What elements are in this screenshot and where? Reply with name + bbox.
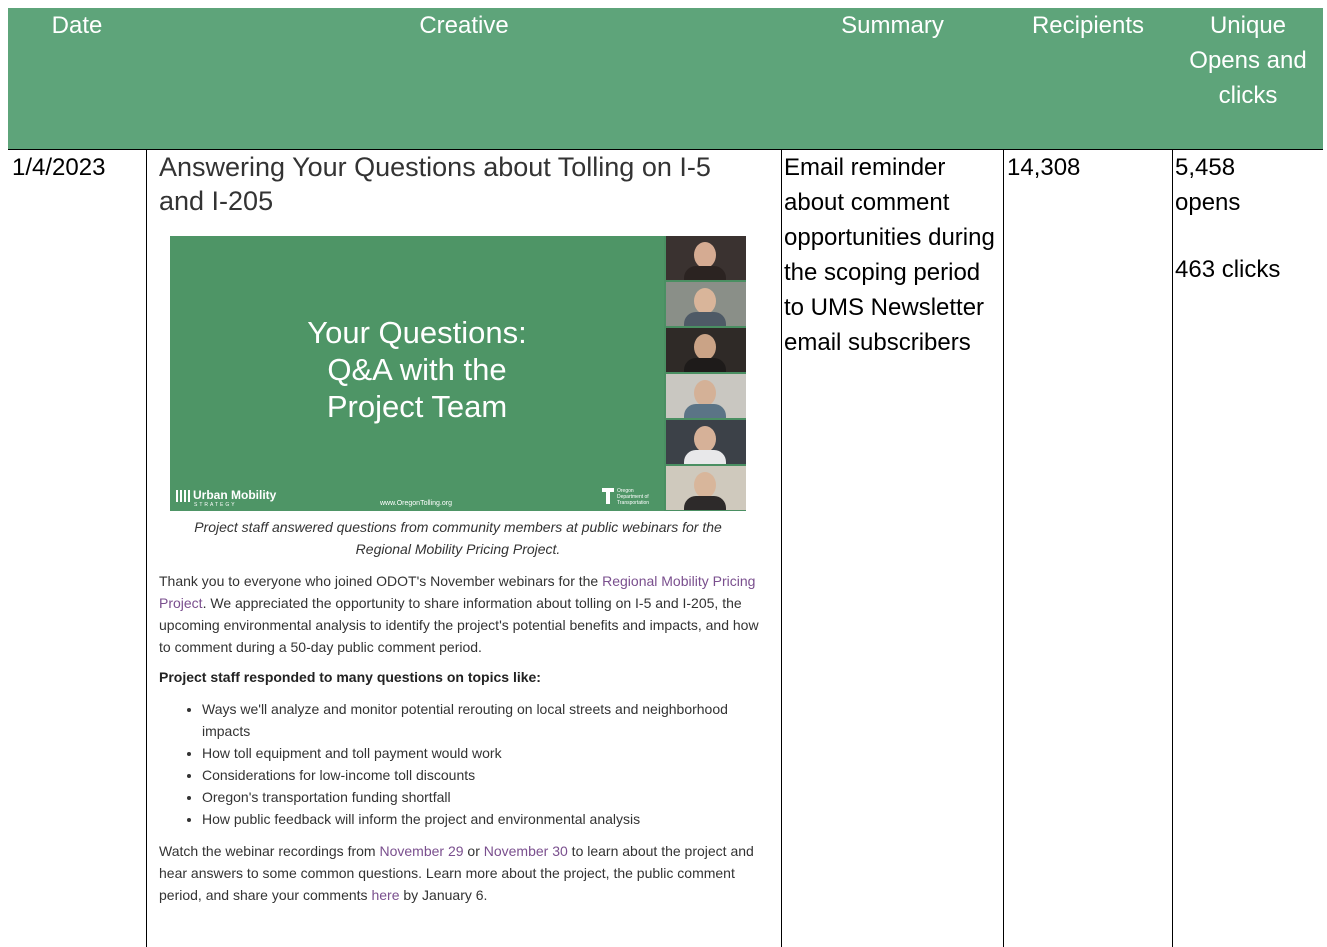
closing-paragraph: Watch the webinar recordings from Novemb… — [159, 840, 759, 906]
banner-slide: Your Questions: Q&A with the Project Tea… — [170, 236, 664, 511]
image-caption: Project staff answered questions from co… — [194, 519, 722, 557]
table-header: Date Creative Summary Recipients Unique … — [0, 0, 1327, 149]
header-unique-line1: Unique — [1209, 12, 1287, 39]
banner-line: Your Questions: — [307, 315, 527, 350]
list-item: Considerations for low-income toll disco… — [202, 764, 762, 786]
here-link[interactable]: here — [371, 887, 399, 903]
opens-value: 5,458 opens — [1175, 154, 1241, 216]
banner-url: www.OregonTolling.org — [380, 500, 452, 507]
header-summary: Summary — [841, 12, 944, 39]
list-item: Ways we'll analyze and monitor potential… — [202, 698, 762, 742]
list-item: How toll equipment and toll payment woul… — [202, 742, 762, 764]
participant-thumbnails — [666, 236, 746, 511]
header-unique-line2: Opens and — [1189, 47, 1307, 74]
clicks-value: 463 clicks — [1175, 256, 1281, 283]
cell-recipients: 14,308 — [1007, 154, 1081, 181]
odot-logo-text: Oregon Department of Transportation — [617, 488, 650, 506]
list-item: How public feedback will inform the proj… — [202, 808, 762, 830]
column-divider — [781, 150, 782, 947]
odot-logo: Oregon Department of Transportation — [602, 488, 657, 508]
participant-video — [666, 282, 746, 326]
header-unique: Unique Opens and clicks — [1173, 8, 1323, 113]
column-divider — [1172, 150, 1173, 947]
text-span: or — [463, 843, 484, 859]
intro-paragraph: Thank you to everyone who joined ODOT's … — [159, 570, 759, 658]
cell-creative: Answering Your Questions about Tolling o… — [147, 150, 781, 947]
newsletter-title: Answering Your Questions about Tolling o… — [159, 152, 711, 216]
banner-line: Project Team — [326, 389, 508, 424]
header-creative: Creative — [419, 12, 509, 39]
urban-mobility-logo: Urban Mobility STRATEGY — [176, 488, 276, 508]
cell-unique-opens-clicks: 5,458 opens 463 clicks — [1175, 150, 1295, 287]
participant-video — [666, 236, 746, 280]
participant-video — [666, 466, 746, 510]
logo-subtext: STRATEGY — [194, 502, 237, 508]
cell-date: 1/4/2023 — [12, 154, 106, 181]
cell-summary: Email reminder about comment opportuniti… — [784, 154, 995, 356]
grid-icon — [176, 489, 190, 502]
column-divider — [1003, 150, 1004, 947]
odot-t-icon — [602, 488, 614, 508]
text-span: Thank you to everyone who joined ODOT's … — [159, 573, 603, 589]
text-span: Watch the webinar recordings from — [159, 843, 380, 859]
list-item: Oregon's transportation funding shortfal… — [202, 786, 762, 808]
participant-video — [666, 374, 746, 418]
november-29-link[interactable]: November 29 — [379, 843, 463, 859]
banner-heading: Your Questions: Q&A with the Project Tea… — [170, 314, 664, 425]
november-30-link[interactable]: November 30 — [484, 843, 568, 859]
text-span: by January 6. — [399, 887, 488, 903]
header-recipients: Recipients — [1031, 12, 1145, 39]
topics-heading: Project staff responded to many question… — [159, 669, 541, 685]
participant-video — [666, 328, 746, 372]
participant-video — [666, 420, 746, 464]
logo-text: Urban Mobility — [193, 488, 277, 502]
header-date: Date — [51, 12, 103, 39]
topics-list: Ways we'll analyze and monitor potential… — [159, 698, 762, 830]
text-span: . We appreciated the opportunity to shar… — [159, 595, 759, 655]
banner-line: Q&A with the — [327, 352, 507, 387]
webinar-banner-image: Your Questions: Q&A with the Project Tea… — [170, 236, 746, 511]
header-unique-line3: clicks — [1218, 82, 1278, 109]
